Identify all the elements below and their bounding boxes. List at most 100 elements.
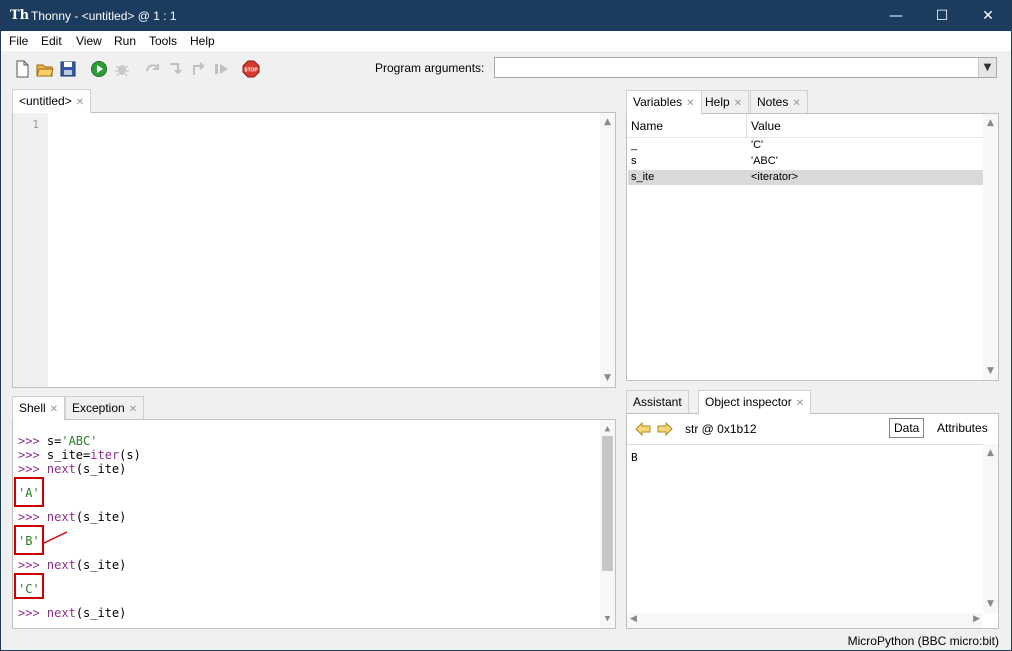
scroll-up-icon[interactable]: ▲ [600,115,615,129]
inspector-toolbar: str @ 0x1b12 Data Attributes [627,414,998,444]
scroll-up-icon[interactable]: ▲ [983,446,998,460]
shell-code: next(s_ite) [46,510,127,524]
column-divider[interactable] [746,114,747,138]
maximize-button[interactable]: ☐ [919,1,965,31]
close-tab-icon[interactable]: ✕ [792,98,800,109]
menu-tools[interactable]: Tools [149,34,177,48]
shell-input-line: >>> next(s_ite) [18,558,126,572]
tab-notes-label: Notes [757,95,789,109]
attributes-button[interactable]: Attributes [937,421,988,435]
scroll-down-icon[interactable]: ▼ [600,612,615,626]
tab-assistant[interactable]: Assistant [626,390,689,413]
inspector-hscrollbar[interactable]: ◀ ▶ [627,613,983,628]
shell-prompt: >>> [18,462,47,476]
shell-code: s='ABC' [46,434,98,448]
step-out-icon[interactable] [190,60,208,78]
variable-value: 'C' [751,139,764,151]
forward-arrow-icon[interactable] [657,422,673,436]
variable-row[interactable]: _ 'C' [628,138,983,153]
shell-input-line: >>> s_ite=iter(s) [18,448,141,462]
debug-icon[interactable] [113,60,131,78]
shell-prompt: >>> [18,606,47,620]
program-arguments-combobox[interactable]: ▼ [494,57,997,78]
line-number-gutter: 1 [13,113,48,387]
tab-shell[interactable]: Shell ✕ [12,396,66,420]
close-tab-icon[interactable]: ✕ [129,404,137,415]
scroll-down-icon[interactable]: ▼ [600,371,615,385]
close-tab-icon[interactable]: ✕ [796,398,804,409]
shell-tabstrip: Shell ✕ Exception ✕ [12,396,616,420]
tab-object-inspector[interactable]: Object inspector ✕ [698,390,812,414]
code-editor[interactable] [49,113,599,387]
inspector-value: B [631,451,638,464]
tab-help[interactable]: Help ✕ [698,90,750,113]
chevron-down-icon[interactable]: ▼ [978,58,996,77]
menu-run[interactable]: Run [114,34,136,48]
scroll-up-icon[interactable]: ▲ [600,422,615,436]
tab-variables-label: Variables [633,95,683,109]
menu-file[interactable]: File [9,34,28,48]
shell-prompt: >>> [18,448,47,462]
step-into-icon[interactable] [167,60,185,78]
interpreter-status[interactable]: MicroPython (BBC micro:bit) [848,634,999,648]
highlight-box-a [14,477,44,507]
menu-help[interactable]: Help [190,34,215,48]
scroll-down-icon[interactable]: ▼ [983,597,998,611]
variables-tabstrip: Variables ✕ Help ✕ Notes ✕ [626,90,999,114]
menu-bar: File Edit View Run Tools Help [1,31,1011,51]
status-bar: MicroPython (BBC micro:bit) [1,631,1011,651]
minimize-button[interactable]: — [873,1,919,31]
line-number: 1 [32,118,39,131]
editor-panel: 1 ▲ ▼ [12,112,616,388]
close-button[interactable]: ✕ [965,1,1011,31]
column-header-value[interactable]: Value [751,119,781,133]
run-icon[interactable] [90,60,108,78]
stop-icon[interactable]: STOP [242,60,260,78]
inspector-vscrollbar[interactable]: ▲ ▼ [983,444,998,613]
inspector-content[interactable]: B [627,444,983,628]
shell-code: next(s_ite) [46,558,127,572]
variables-scrollbar[interactable]: ▲ ▼ [983,114,998,380]
close-tab-icon[interactable]: ✕ [50,404,58,415]
scroll-up-icon[interactable]: ▲ [983,116,998,130]
scroll-right-icon[interactable]: ▶ [973,614,980,624]
shell-code: next(s_ite) [46,606,127,620]
thonny-window: Th Thonny - <untitled> @ 1 : 1 — ☐ ✕ Fil… [0,0,1012,651]
tab-untitled[interactable]: <untitled> ✕ [12,89,92,113]
tab-variables[interactable]: Variables ✕ [626,90,702,114]
close-tab-icon[interactable]: ✕ [686,98,694,109]
menu-edit[interactable]: Edit [41,34,62,48]
column-header-name[interactable]: Name [631,119,663,133]
object-label: str @ 0x1b12 [685,422,757,436]
scroll-thumb[interactable] [602,436,613,571]
resume-icon[interactable] [213,60,231,78]
shell-panel[interactable]: >>> s='ABC' >>> s_ite=iter(s) >>> next(s… [12,419,616,629]
tab-untitled-label: <untitled> [19,94,72,108]
save-icon[interactable] [59,60,77,78]
shell-scrollbar[interactable]: ▲ ▼ [600,420,615,628]
variable-row[interactable]: s 'ABC' [628,154,983,169]
step-over-icon[interactable] [144,60,162,78]
variable-row-selected[interactable]: s_ite <iterator> [628,170,983,185]
close-tab-icon[interactable]: ✕ [76,97,84,108]
scroll-down-icon[interactable]: ▼ [983,364,998,378]
tab-notes[interactable]: Notes ✕ [750,90,808,113]
variable-value: 'ABC' [751,155,778,167]
data-button[interactable]: Data [889,418,924,438]
back-arrow-icon[interactable] [635,422,651,436]
variable-value: <iterator> [751,171,799,183]
tab-exception[interactable]: Exception ✕ [65,396,145,419]
menu-view[interactable]: View [76,34,102,48]
close-tab-icon[interactable]: ✕ [734,98,742,109]
open-folder-icon[interactable] [36,60,54,78]
new-file-icon[interactable] [13,60,31,78]
tab-object-inspector-label: Object inspector [705,395,792,409]
scroll-left-icon[interactable]: ◀ [630,614,637,624]
thonny-app-icon: Th [10,8,30,23]
editor-scrollbar[interactable]: ▲ ▼ [600,113,615,387]
shell-prompt: >>> [18,558,47,572]
stop-icon-label: STOP [244,68,258,74]
inspector-panel: str @ 0x1b12 Data Attributes B ▲ ▼ ◀ ▶ [626,413,999,629]
program-arguments-label: Program arguments: [375,61,485,75]
title-bar: Th Thonny - <untitled> @ 1 : 1 — ☐ ✕ [1,1,1011,31]
